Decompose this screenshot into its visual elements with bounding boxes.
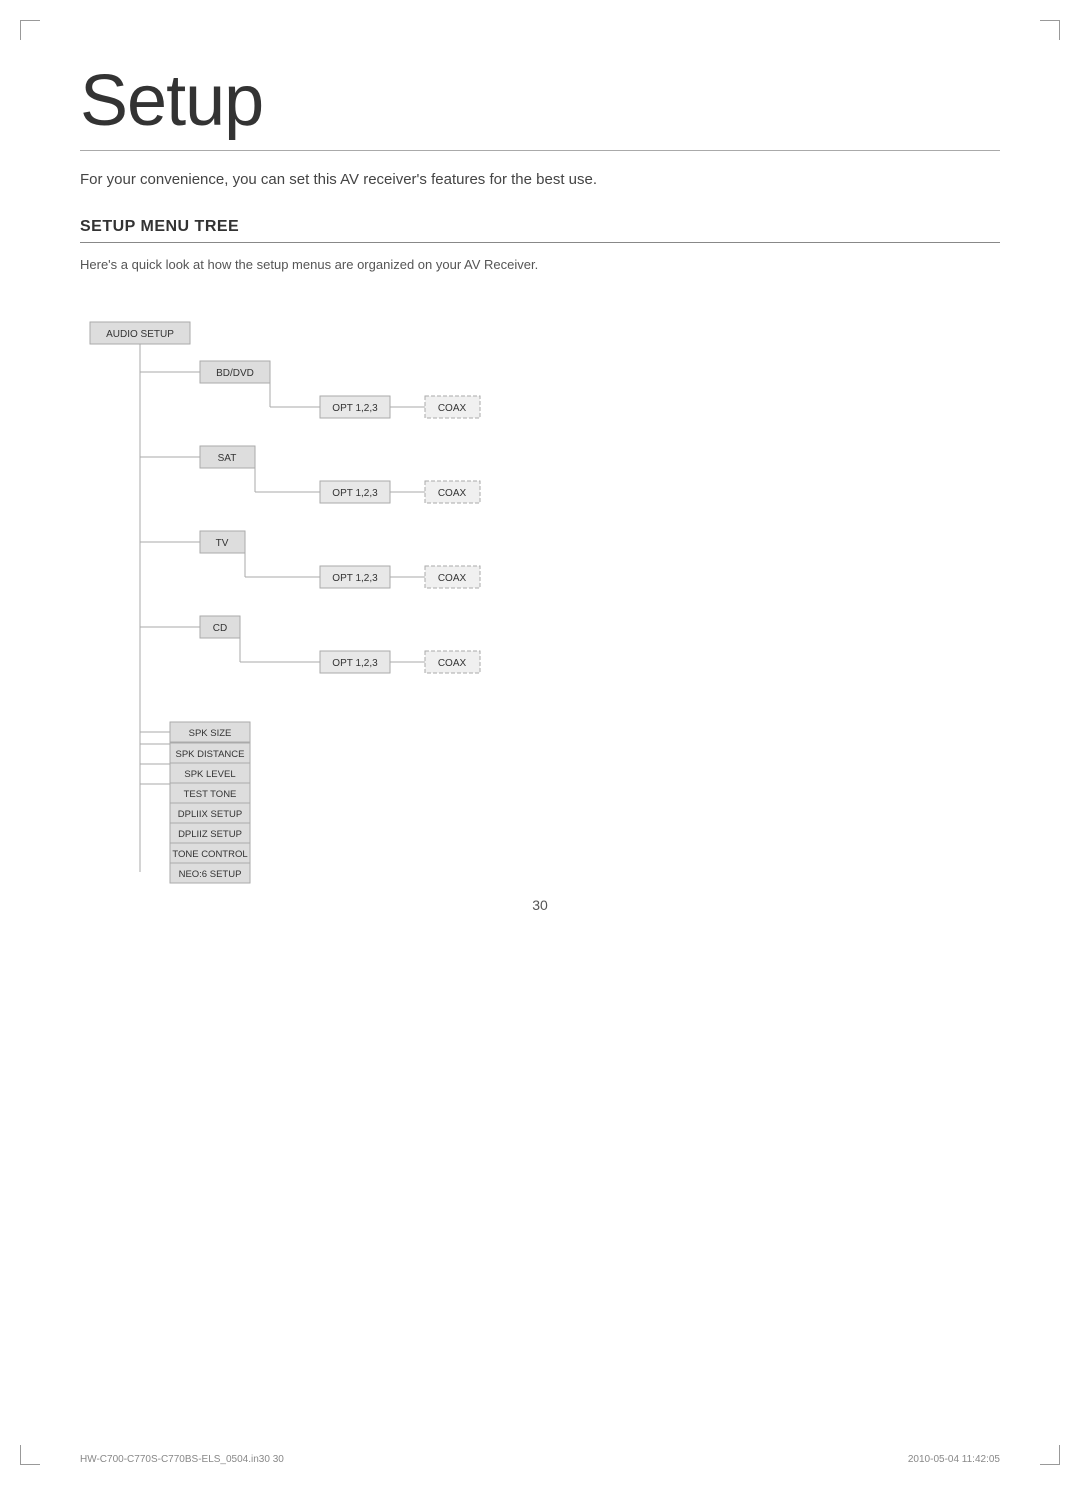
corner-bl [20,1445,40,1465]
svg-text:TV: TV [216,538,229,549]
svg-text:OPT 1,2,3: OPT 1,2,3 [332,573,378,584]
svg-text:DPLIIZ SETUP: DPLIIZ SETUP [178,829,242,840]
svg-text:AUDIO SETUP: AUDIO SETUP [106,329,174,340]
svg-text:OPT 1,2,3: OPT 1,2,3 [332,403,378,414]
title-underline [80,150,1000,151]
svg-text:SPK DISTANCE: SPK DISTANCE [176,749,245,760]
svg-text:CD: CD [213,623,227,634]
svg-text:BD/DVD: BD/DVD [216,368,254,379]
tree-svg: AUDIO SETUP BD/DVD OPT 1,2,3 COAX SAT [80,312,680,932]
section-desc: Here's a quick look at how the setup men… [80,257,1000,272]
svg-text:COAX: COAX [438,658,467,669]
subtitle: For your convenience, you can set this A… [80,171,1000,188]
svg-text:TONE CONTROL: TONE CONTROL [172,849,247,860]
svg-text:OPT 1,2,3: OPT 1,2,3 [332,488,378,499]
section-heading: SETUP MENU TREE [80,218,1000,243]
svg-text:NEO:6 SETUP: NEO:6 SETUP [179,869,242,880]
svg-text:SPK LEVEL: SPK LEVEL [184,769,235,780]
corner-br [1040,1445,1060,1465]
svg-text:COAX: COAX [438,573,467,584]
corner-tr [1040,20,1060,40]
corner-tl [20,20,40,40]
footer-right: 2010-05-04 11:42:05 [908,1454,1000,1465]
svg-text:COAX: COAX [438,488,467,499]
svg-text:DPLIIX SETUP: DPLIIX SETUP [178,809,242,820]
footer-left: HW-C700-C770S-C770BS-ELS_0504.in30 30 [80,1454,284,1465]
page-title: Setup [80,60,1000,142]
svg-text:OPT 1,2,3: OPT 1,2,3 [332,658,378,669]
page: Setup For your convenience, you can set … [0,0,1080,1485]
footer: HW-C700-C770S-C770BS-ELS_0504.in30 30 20… [80,1454,1000,1465]
svg-text:TEST TONE: TEST TONE [184,789,237,800]
svg-text:COAX: COAX [438,403,467,414]
svg-text:SPK SIZE: SPK SIZE [189,728,232,739]
menu-tree: AUDIO SETUP BD/DVD OPT 1,2,3 COAX SAT [80,312,680,937]
svg-text:SAT: SAT [218,453,237,464]
